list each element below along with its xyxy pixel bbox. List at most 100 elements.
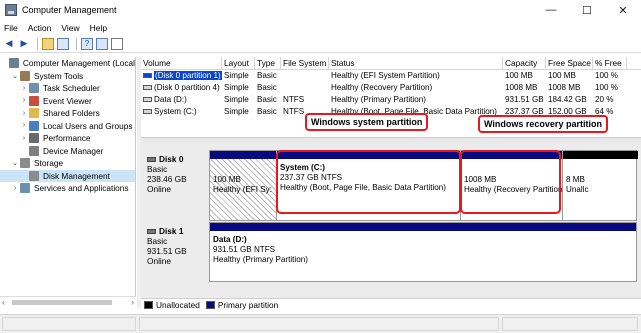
volume-cell: Healthy (Recovery Partition) (331, 83, 433, 92)
tree-item-label: Services and Applications (34, 183, 129, 194)
close-button[interactable]: ✕ (605, 0, 641, 20)
partition-size: 8 MB (566, 175, 585, 184)
volume-cell: 1008 MB (505, 83, 538, 92)
menu-bar: File Action View Help (0, 20, 641, 35)
folder-up-icon[interactable] (42, 37, 54, 50)
properties-icon[interactable] (96, 37, 108, 50)
primary-swatch (205, 301, 215, 309)
tree-item-task-scheduler[interactable]: › Task Scheduler (0, 82, 135, 95)
menu-help[interactable]: Help (90, 23, 107, 33)
window-title: Computer Management (22, 5, 117, 15)
volume-row[interactable]: (Disk 0 partition 1) Simple Basic Healthy (… (141, 70, 641, 82)
tree-item-disk-management[interactable]: Disk Management (0, 169, 135, 182)
disk-size: 931.51 GB (147, 246, 187, 256)
back-arrow-icon[interactable]: ◀ (3, 38, 15, 50)
tree-item-label: Local Users and Groups (43, 120, 133, 131)
volume-row[interactable]: Data (D:) Simple Basic NTFS Healthy (Primary… (141, 94, 641, 106)
disk-state: Online (147, 184, 171, 194)
console-icon[interactable] (111, 37, 123, 50)
col-status[interactable]: Status (329, 57, 503, 69)
scroll-right-icon[interactable]: › (131, 298, 134, 307)
tree-item-event-viewer[interactable]: › Event Viewer (0, 95, 135, 108)
tree-item-performance[interactable]: › Performance (0, 132, 135, 145)
volume-cell: Data (D:) (141, 94, 222, 106)
data-partition[interactable]: Data (D:) 931.51 GB NTFS Healthy (Primar… (210, 223, 636, 281)
col-file-system[interactable]: File System (281, 57, 329, 69)
efi-partition[interactable]: 100 MB Healthy (EFI Sy: (210, 151, 276, 220)
expand-chevron-icon[interactable]: ⌄ (11, 72, 19, 80)
tree-item-label: Disk Management (43, 170, 110, 181)
status-cell (2, 317, 136, 331)
volume-icon (143, 85, 152, 91)
scroll-thumb[interactable] (12, 300, 112, 305)
volume-cell: 100 % (595, 71, 618, 80)
clock-icon (29, 83, 39, 94)
status-bar (0, 314, 641, 333)
collapse-chevron-icon[interactable]: › (11, 185, 19, 192)
volume-cell: Simple (224, 95, 249, 104)
col-percent-free[interactable]: % Free (593, 57, 627, 69)
disk-name: Disk 0 (159, 154, 184, 164)
volume-cell: 100 MB (505, 71, 533, 80)
col-capacity[interactable]: Capacity (503, 57, 546, 69)
partition-size: 931.51 GB NTFS (213, 245, 276, 254)
volume-name: (Disk 0 partition 1) (154, 71, 222, 80)
tree-item-device-manager[interactable]: Device Manager (0, 145, 135, 158)
tree-item-label: Performance (43, 133, 91, 144)
tree-item-system-tools[interactable]: ⌄ System Tools (0, 70, 135, 83)
toolbar-separator (76, 37, 77, 50)
col-free-space[interactable]: Free Space (546, 57, 593, 69)
volume-cell: 931.51 GB (505, 95, 544, 104)
partition-status: Healthy (EFI Sy: (213, 185, 272, 194)
collapse-chevron-icon[interactable]: › (20, 110, 28, 117)
volume-row[interactable]: (Disk 0 partition 4) Simple Basic Healthy (… (141, 82, 641, 94)
menu-action[interactable]: Action (28, 23, 52, 33)
col-layout[interactable]: Layout (222, 57, 255, 69)
volume-cell: Simple (224, 107, 249, 116)
legend-primary: Primary partition (217, 300, 279, 310)
col-volume[interactable]: Volume (141, 57, 222, 69)
menu-view[interactable]: View (61, 23, 79, 33)
disk-icon (147, 229, 156, 235)
minimize-button[interactable]: — (533, 0, 569, 20)
collapse-chevron-icon[interactable]: › (20, 122, 28, 129)
volume-cell: 20 % (595, 95, 614, 104)
tree-item-computer-management-local[interactable]: Computer Management (Local (0, 57, 135, 70)
show-tree-icon[interactable] (57, 37, 69, 50)
tree-item-shared-folders[interactable]: › Shared Folders (0, 107, 135, 120)
tree-item-services-and-applications[interactable]: › Services and Applications (0, 182, 135, 195)
help-icon[interactable]: ? (81, 37, 93, 50)
volume-list-header: Volume Layout Type File System Status Ca… (141, 57, 641, 70)
menu-file[interactable]: File (4, 23, 18, 33)
expand-chevron-icon[interactable]: ⌄ (11, 159, 19, 167)
tree-item-label: Event Viewer (43, 95, 92, 106)
volume-cell: 184.42 GB (548, 95, 587, 104)
collapse-chevron-icon[interactable]: › (20, 97, 28, 104)
tree-horizontal-scrollbar[interactable]: ‹ › (0, 296, 136, 308)
col-type[interactable]: Type (255, 57, 281, 69)
maximize-button[interactable]: ☐ (569, 0, 605, 20)
disk-icon (147, 157, 156, 163)
partition-bar (210, 151, 276, 159)
users-icon (29, 120, 39, 131)
volume-cell: System (C:) (141, 106, 222, 118)
tree-item-label: Task Scheduler (43, 83, 100, 94)
shared-folder-icon (29, 108, 39, 119)
scroll-left-icon[interactable]: ‹ (2, 298, 5, 307)
disk-1-label[interactable]: Disk 1 Basic 931.51 GB Online (143, 223, 210, 269)
partition-size: 100 MB (213, 175, 241, 184)
legend: Unallocated Primary partition (141, 298, 641, 311)
partition-status: Unallc (566, 185, 589, 194)
disk-0-label[interactable]: Disk 0 Basic 238.46 GB Online (143, 151, 210, 197)
tree-item-storage[interactable]: ⌄ Storage (0, 157, 135, 170)
disk-state: Online (147, 256, 171, 266)
tree-item-local-users-and-groups[interactable]: › Local Users and Groups (0, 120, 135, 133)
volume-cell: 100 % (595, 83, 618, 92)
partition-bar (563, 151, 638, 159)
forward-arrow-icon[interactable]: ▶ (18, 38, 30, 50)
volume-cell: Healthy (EFI System Partition) (331, 71, 440, 80)
collapse-chevron-icon[interactable]: › (20, 135, 28, 142)
unallocated-space[interactable]: 8 MB Unallc (562, 151, 638, 220)
volume-icon (143, 73, 152, 79)
collapse-chevron-icon[interactable]: › (20, 85, 28, 92)
